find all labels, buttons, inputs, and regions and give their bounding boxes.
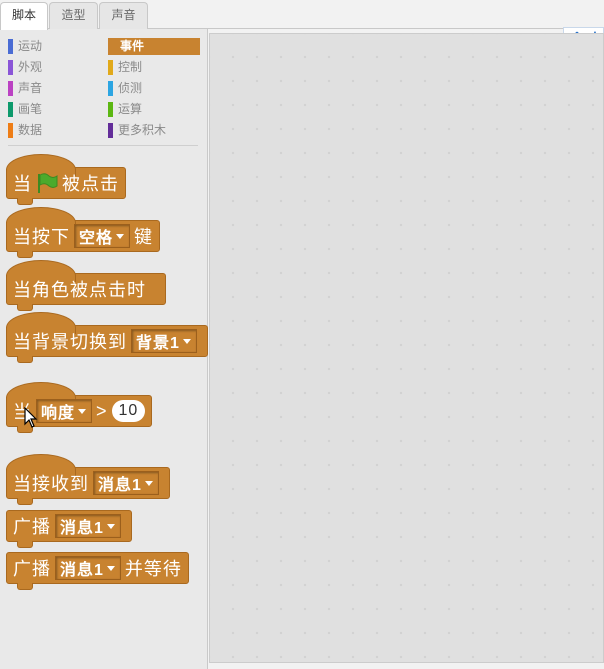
block-text: 并等待 [124,559,182,579]
category-label: 声音 [18,81,43,95]
block-when-i-receive[interactable]: 当接收到 消息1 [6,454,170,505]
message-dropdown[interactable]: 消息1 [93,471,159,495]
category-motion[interactable]: 运动 [8,38,100,55]
category-color-bar [108,60,113,75]
block-text: 广播 [13,517,51,537]
operator-text: > [96,400,108,421]
key-dropdown[interactable]: 空格 [74,224,131,248]
backdrop-dropdown[interactable]: 背景1 [131,329,197,353]
category-color-bar [8,123,13,138]
scratch-editor: 脚本 造型 声音 中 运动 外观 声音 画笔 [0,0,604,669]
category-more-blocks[interactable]: 更多积木 [108,122,200,139]
category-label: 事件 [120,39,145,53]
block-text: 当接收到 [13,474,89,494]
block-notch [17,498,33,505]
block-when-backdrop-switches[interactable]: 当背景切换到 背景1 [6,312,208,363]
category-color-bar [108,102,113,117]
block-broadcast-and-wait[interactable]: 广播 消息1 并等待 [6,552,189,590]
tab-scripts[interactable]: 脚本 [0,2,48,30]
palette-divider [8,145,198,146]
category-label: 运算 [118,102,143,116]
message-dropdown[interactable]: 消息1 [55,556,121,580]
category-label: 运动 [18,39,43,53]
block-when-key-pressed[interactable]: 当按下 空格 键 [6,207,161,258]
green-flag-icon [38,173,58,193]
category-color-bar [8,102,13,117]
block-notch [17,304,33,311]
category-label: 外观 [18,60,43,74]
tab-costumes[interactable]: 造型 [49,2,98,29]
category-sound[interactable]: 声音 [8,80,100,97]
category-color-bar [8,60,13,75]
block-when-sprite-clicked[interactable]: 当角色被点击时 [6,260,166,311]
block-text: 当按下 [13,227,70,247]
block-notch [17,356,33,363]
category-operators[interactable]: 运算 [108,101,200,118]
block-notch [17,198,33,205]
category-color-bar [108,123,113,138]
category-events[interactable]: 事件 [108,38,200,55]
tab-bar: 脚本 造型 声音 [0,0,604,30]
block-notch [17,541,33,548]
block-text: 广播 [13,559,51,579]
category-data[interactable]: 数据 [8,122,100,139]
block-notch [17,583,33,590]
category-sensing[interactable]: 侦测 [108,80,200,97]
block-text: 当背景切换到 [13,332,127,352]
category-label: 侦测 [118,81,143,95]
block-text: 被点击 [62,174,119,194]
block-text: 当 [13,174,32,194]
script-area[interactable] [209,33,604,663]
category-color-bar [8,81,13,96]
block-notch [17,251,33,258]
message-dropdown[interactable]: 消息1 [55,514,121,538]
category-label: 更多积木 [118,123,167,137]
category-label: 画笔 [18,102,43,116]
block-broadcast[interactable]: 广播 消息1 [6,510,132,548]
category-label: 数据 [18,123,43,137]
block-when-flag-clicked[interactable]: 当 被点击 [6,154,126,205]
category-label: 控制 [118,60,143,74]
block-text: 键 [134,227,154,247]
tab-sounds[interactable]: 声音 [99,2,148,29]
category-color-bar [108,81,113,96]
mouse-pointer-icon [24,407,38,428]
block-text: 当角色被点击时 [13,280,146,300]
category-pen[interactable]: 画笔 [8,101,100,118]
sensor-dropdown[interactable]: 响度 [36,399,93,423]
category-looks[interactable]: 外观 [8,59,100,76]
threshold-input[interactable]: 10 [111,400,146,422]
category-control[interactable]: 控制 [108,59,200,76]
category-color-bar [8,39,13,54]
